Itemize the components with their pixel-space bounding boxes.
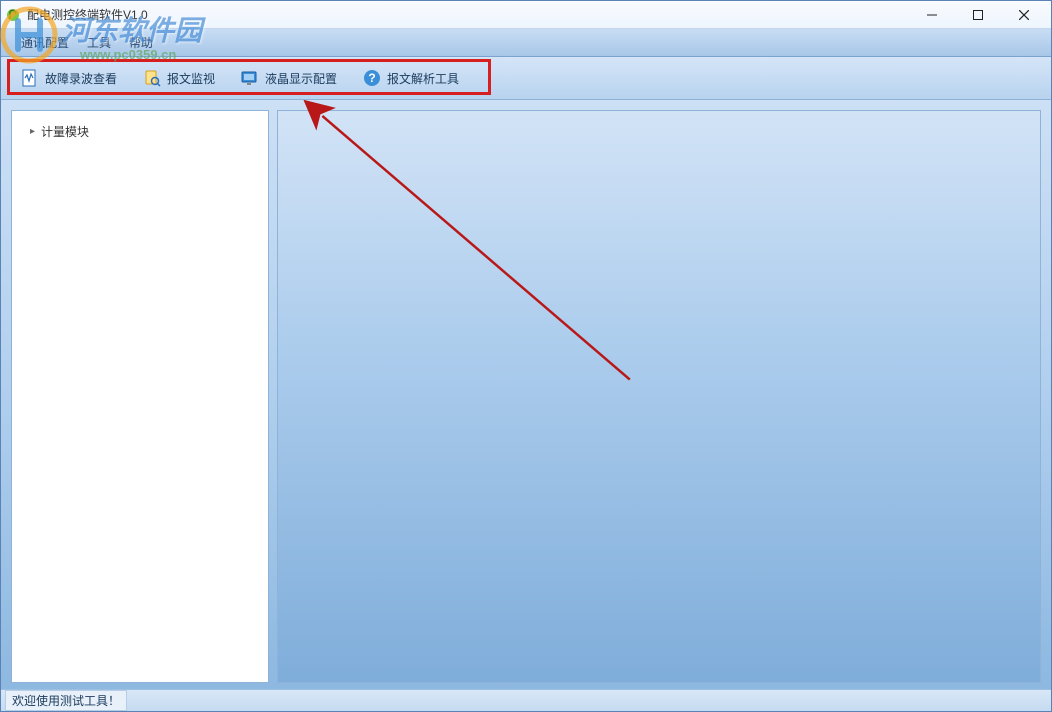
- wave-doc-icon: [21, 69, 39, 87]
- window-controls: [909, 1, 1047, 29]
- fault-wave-view-button[interactable]: 故障录波查看: [9, 63, 129, 93]
- toolbar-button-label: 液晶显示配置: [265, 70, 337, 87]
- statusbar: 欢迎使用测试工具！: [1, 689, 1051, 711]
- chevron-right-icon: ▸: [30, 126, 35, 137]
- toolbar: 故障录波查看 报文监视 液晶显示配置 ? 报文解析工具: [1, 57, 1051, 100]
- toolbar-button-label: 故障录波查看: [45, 70, 117, 87]
- app-icon: [5, 7, 21, 23]
- lcd-config-button[interactable]: 液晶显示配置: [229, 63, 349, 93]
- status-text: 欢迎使用测试工具！: [5, 690, 127, 711]
- window-title: 配电测控终端软件V1.0: [27, 6, 148, 23]
- message-parse-tool-button[interactable]: ? 报文解析工具: [351, 63, 471, 93]
- tree-panel: ▸ 计量模块: [11, 110, 269, 683]
- close-button[interactable]: [1001, 1, 1047, 29]
- toolbar-button-label: 报文解析工具: [387, 70, 459, 87]
- menu-comm-config[interactable]: 通讯配置: [21, 34, 69, 51]
- menu-tools[interactable]: 工具: [87, 34, 111, 51]
- message-monitor-button[interactable]: 报文监视: [131, 63, 227, 93]
- maximize-button[interactable]: [955, 1, 1001, 29]
- toolbar-button-label: 报文监视: [167, 70, 215, 87]
- main-panel: [277, 110, 1041, 683]
- tree-item-label: 计量模块: [41, 123, 89, 140]
- menu-help[interactable]: 帮助: [129, 34, 153, 51]
- help-doc-icon: ?: [363, 69, 381, 87]
- svg-text:?: ?: [368, 71, 375, 85]
- minimize-button[interactable]: [909, 1, 955, 29]
- content-area: ▸ 计量模块: [1, 100, 1051, 689]
- tree-root-item[interactable]: ▸ 计量模块: [22, 119, 258, 144]
- find-doc-icon: [143, 69, 161, 87]
- menubar: 通讯配置 工具 帮助: [1, 29, 1051, 57]
- monitor-icon: [241, 69, 259, 87]
- app-window: 配电测控终端软件V1.0 通讯配置 工具 帮助 故障录波查看: [0, 0, 1052, 712]
- titlebar: 配电测控终端软件V1.0: [1, 1, 1051, 29]
